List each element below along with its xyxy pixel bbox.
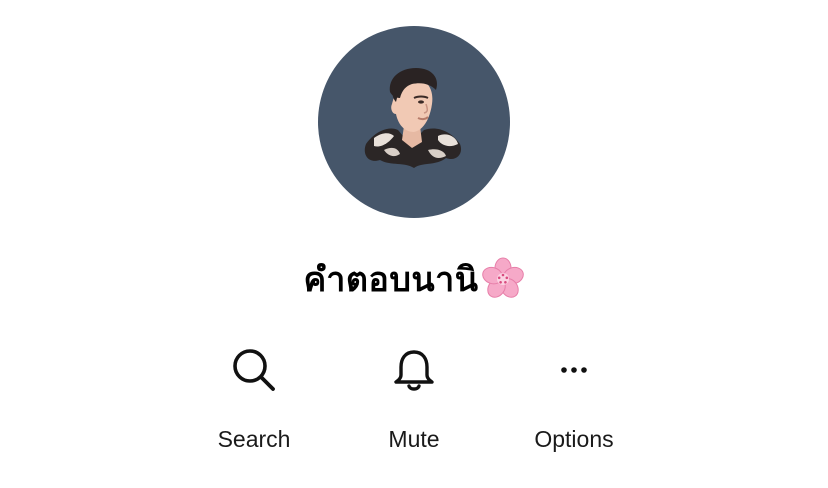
display-name: คำตอบนานิ (303, 260, 479, 300)
cherry-blossom-icon (481, 257, 525, 301)
profile-actions: Search Mute Options (0, 336, 828, 466)
profile-header: คำตอบนานิ Search Mute Options (0, 0, 828, 488)
avatar-illustration (318, 26, 510, 218)
search-icon (228, 344, 280, 396)
options-button[interactable]: Options (504, 336, 644, 466)
options-label: Options (534, 426, 614, 452)
mute-button[interactable]: Mute (344, 336, 484, 466)
search-button[interactable]: Search (184, 336, 324, 466)
display-name-row: คำตอบนานิ (0, 252, 828, 306)
avatar[interactable] (318, 26, 510, 218)
bell-icon (388, 344, 440, 396)
mute-label: Mute (388, 426, 440, 452)
search-label: Search (217, 426, 291, 452)
more-horizontal-icon (548, 344, 600, 396)
